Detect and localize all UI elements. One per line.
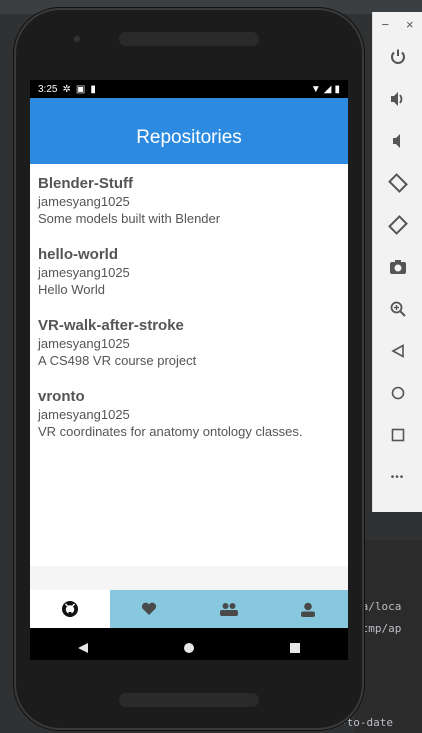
page-title: Repositories — [136, 127, 242, 148]
zoom-button[interactable] — [373, 288, 422, 330]
repo-name: Blender-Stuff — [38, 175, 133, 192]
github-icon — [61, 601, 78, 617]
minimize-icon[interactable]: − — [381, 17, 389, 32]
device-screen: 3:25 ✲ ▣ ▮ ▼ ◢ ▮ Repositories Blender-St… — [30, 80, 348, 660]
volume-up-icon — [390, 92, 402, 106]
wifi-icon: ▼ — [310, 83, 321, 95]
home-icon[interactable] — [183, 642, 195, 654]
list-item[interactable]: Blender-Stuff jamesyang1025 Some models … — [38, 174, 340, 227]
heart-icon — [142, 602, 157, 615]
volume-up-button[interactable] — [373, 78, 422, 120]
list-item[interactable]: hello-world jamesyang1025 Hello World — [38, 245, 340, 298]
gear-icon: ✲ — [62, 83, 71, 95]
power-icon — [390, 49, 405, 64]
status-bar: 3:25 ✲ ▣ ▮ ▼ ◢ ▮ — [30, 80, 348, 98]
volume-down-icon — [392, 134, 400, 148]
rotate-right-button[interactable] — [373, 204, 422, 246]
more-button[interactable]: ••• — [373, 456, 422, 498]
people-icon — [219, 603, 238, 616]
emulator-toolbar: − × ••• — [372, 12, 422, 512]
list-item[interactable]: VR-walk-after-stroke jamesyang1025 A CS4… — [38, 316, 340, 369]
zoom-icon — [390, 301, 406, 317]
repo-owner: jamesyang1025 — [38, 336, 130, 351]
repo-owner: jamesyang1025 — [38, 265, 130, 280]
close-icon[interactable]: × — [406, 17, 414, 32]
volume-down-button[interactable] — [373, 120, 422, 162]
power-button[interactable] — [373, 36, 422, 78]
tab-profile[interactable] — [269, 590, 349, 628]
sdcard-icon: ▣ — [75, 83, 86, 95]
recents-icon[interactable] — [289, 642, 301, 654]
ide-log-line: /tmp/ap — [355, 622, 402, 635]
sim-icon: ▮ — [90, 83, 96, 95]
speaker-grille-bottom — [119, 693, 259, 707]
tab-favorites[interactable] — [110, 590, 190, 628]
repo-owner: jamesyang1025 — [38, 194, 130, 209]
rotate-left-button[interactable] — [373, 162, 422, 204]
repo-owner: jamesyang1025 — [38, 407, 130, 422]
status-time: 3:25 — [38, 83, 58, 95]
overview-icon — [391, 428, 404, 442]
repo-description: VR coordinates for anatomy ontology clas… — [38, 424, 303, 439]
rotate-left-icon — [387, 173, 408, 193]
rotate-right-icon — [387, 215, 408, 235]
tab-repositories[interactable] — [30, 590, 110, 628]
back-button[interactable] — [373, 330, 422, 372]
signal-icon: ◢ — [323, 83, 332, 95]
back-icon — [390, 344, 404, 358]
repo-description: Some models built with Blender — [38, 211, 221, 226]
overview-button[interactable] — [373, 414, 422, 456]
home-icon — [391, 386, 404, 400]
app-bar: Repositories — [30, 98, 348, 164]
repository-list: Blender-Stuff jamesyang1025 Some models … — [30, 164, 348, 566]
speaker-grille-top — [119, 32, 259, 46]
repo-name: VR-walk-after-stroke — [38, 317, 184, 334]
back-icon[interactable] — [77, 642, 89, 654]
bottom-tab-bar — [30, 590, 348, 628]
ide-log-line: ta/loca — [355, 600, 402, 613]
person-icon — [301, 602, 316, 617]
tab-following[interactable] — [189, 590, 269, 628]
phone-frame: 3:25 ✲ ▣ ▮ ▼ ◢ ▮ Repositories Blender-St… — [14, 8, 364, 730]
home-button[interactable] — [373, 372, 422, 414]
screenshot-icon — [389, 260, 406, 274]
ide-run-panel — [355, 540, 422, 733]
repo-description: A CS498 VR course project — [38, 353, 197, 368]
repo-name: hello-world — [38, 246, 118, 263]
list-item[interactable]: vronto jamesyang1025 VR coordinates for … — [38, 387, 340, 440]
android-nav-bar — [30, 628, 348, 660]
camera-dot — [74, 36, 80, 42]
repo-description: Hello World — [38, 282, 105, 297]
more-icon: ••• — [390, 471, 405, 483]
battery-icon: ▮ — [334, 83, 340, 95]
screenshot-button[interactable] — [373, 246, 422, 288]
repo-name: vronto — [38, 388, 85, 405]
